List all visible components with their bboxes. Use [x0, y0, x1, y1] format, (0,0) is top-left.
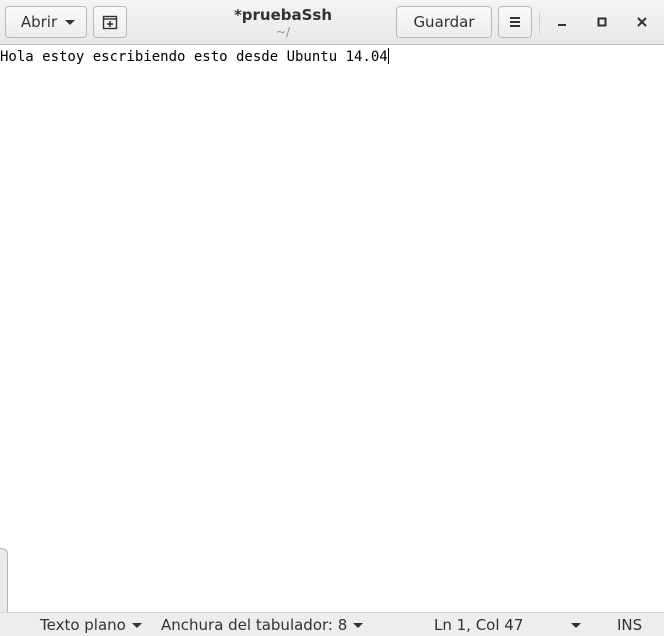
- language-label: Texto plano: [40, 616, 126, 634]
- open-button[interactable]: Abrir: [5, 6, 87, 38]
- language-selector[interactable]: Texto plano: [40, 616, 142, 634]
- text-cursor: [387, 48, 389, 64]
- cursor-position[interactable]: Ln 1, Col 47: [434, 616, 523, 634]
- chevron-down-icon: [353, 622, 364, 628]
- close-button[interactable]: [628, 8, 656, 36]
- chevron-down-icon: [65, 19, 76, 25]
- new-tab-button[interactable]: [93, 6, 127, 38]
- window-title-area: *pruebaSsh ~/: [183, 5, 383, 39]
- save-button[interactable]: Guardar: [396, 6, 492, 38]
- status-bar: Texto plano Anchura del tabulador: 8 Ln …: [0, 612, 664, 636]
- save-button-label: Guardar: [413, 13, 475, 31]
- editor-text: Hola estoy escribiendo esto desde Ubuntu…: [0, 49, 388, 65]
- menu-button[interactable]: [498, 6, 532, 38]
- insert-mode-label: INS: [617, 616, 643, 634]
- maximize-button[interactable]: [588, 8, 616, 36]
- window-subtitle: ~/: [275, 25, 291, 39]
- insert-mode-indicator[interactable]: INS: [617, 616, 642, 634]
- header-bar: Abrir *pruebaSsh ~/ Guardar: [0, 0, 664, 45]
- text-editor-area[interactable]: Hola estoy escribiendo esto desde Ubuntu…: [0, 45, 664, 636]
- minimize-icon: [558, 24, 566, 26]
- close-icon: [637, 17, 647, 27]
- hamburger-menu-icon: [510, 17, 520, 27]
- editor-text-line[interactable]: Hola estoy escribiendo esto desde Ubuntu…: [0, 48, 389, 66]
- window-title: *pruebaSsh: [233, 6, 333, 24]
- cursor-position-label: Ln 1, Col 47: [434, 616, 524, 634]
- new-document-icon: [102, 15, 118, 30]
- minimize-button[interactable]: [548, 8, 576, 36]
- open-button-label: Abrir: [20, 13, 58, 31]
- maximize-icon: [597, 17, 607, 27]
- tab-width-label: Anchura del tabulador: 8: [161, 616, 348, 634]
- header-separator: [539, 12, 540, 34]
- chevron-down-icon[interactable]: [571, 623, 581, 628]
- chevron-down-icon: [131, 622, 142, 628]
- tab-width-selector[interactable]: Anchura del tabulador: 8: [161, 616, 364, 634]
